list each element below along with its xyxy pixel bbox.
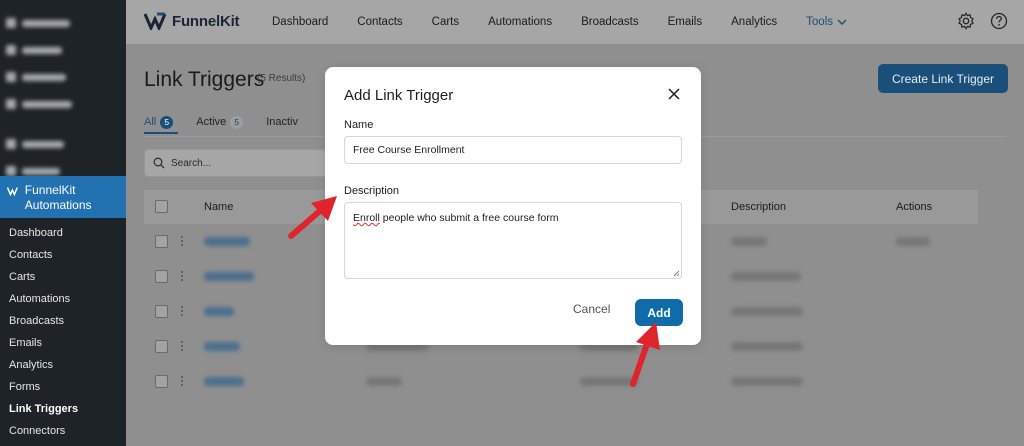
row-description: [731, 272, 801, 281]
search-input[interactable]: Search...: [144, 149, 334, 177]
tab-all[interactable]: All 5: [144, 112, 174, 132]
column-description: Description: [731, 201, 787, 213]
nav-tools-label: Tools: [806, 16, 834, 28]
row-name-link[interactable]: [204, 377, 244, 386]
funnelkit-logo-icon: [144, 12, 167, 30]
name-label: Name: [344, 119, 374, 131]
row-name-link[interactable]: [204, 237, 250, 246]
description-label: Description: [344, 185, 400, 197]
description-misspelled-word: Enroll: [353, 212, 380, 224]
tab-active-count: 5: [230, 115, 244, 129]
row-description: [731, 342, 803, 351]
page-title: Link Triggers: [144, 68, 265, 91]
column-actions: Actions: [896, 201, 933, 213]
wp-submenu: Dashboard Contacts Carts Automations Bro…: [0, 222, 126, 442]
table-row[interactable]: [144, 364, 978, 399]
wp-menu-funnelkit-automations[interactable]: FunnelKit Automations: [0, 176, 126, 218]
tab-inactive-label: Inactiv: [266, 116, 298, 128]
row-checkbox[interactable]: [155, 235, 168, 248]
tab-all-count: 5: [160, 115, 174, 129]
row-type: [366, 377, 402, 386]
nav-broadcasts[interactable]: Broadcasts: [581, 16, 639, 28]
wp-admin-sidebar: FunnelKit Automations Dashboard Contacts…: [0, 0, 126, 446]
row-name-link[interactable]: [204, 307, 234, 316]
drag-handle-icon[interactable]: [180, 235, 184, 247]
brand-name: FunnelKit: [172, 12, 240, 30]
nav-emails[interactable]: Emails: [668, 16, 703, 28]
row-checkbox[interactable]: [155, 305, 168, 318]
nav-tools[interactable]: Tools: [806, 16, 847, 28]
close-button[interactable]: [666, 86, 682, 102]
funnelkit-logo-icon: [7, 187, 18, 197]
sidebar-item-link-triggers[interactable]: Link Triggers: [0, 398, 126, 420]
wp-menu-item[interactable]: [6, 40, 120, 60]
tab-inactive[interactable]: Inactiv: [266, 112, 298, 132]
nav-carts[interactable]: Carts: [432, 16, 459, 28]
column-name: Name: [204, 201, 234, 213]
top-navigation: FunnelKit Dashboard Contacts Carts Autom…: [126, 0, 1024, 44]
wp-menu-item[interactable]: [6, 13, 120, 33]
row-description: [731, 377, 803, 386]
sidebar-item-analytics[interactable]: Analytics: [0, 354, 126, 376]
sidebar-item-automations[interactable]: Automations: [0, 288, 126, 310]
sidebar-item-carts[interactable]: Carts: [0, 266, 126, 288]
drag-handle-icon[interactable]: [180, 305, 184, 317]
active-tab-indicator: [144, 132, 178, 134]
annotation-arrow-icon: [288, 196, 337, 239]
row-checkbox[interactable]: [155, 340, 168, 353]
row-checkbox[interactable]: [155, 375, 168, 388]
sidebar-item-forms[interactable]: Forms: [0, 376, 126, 398]
brand[interactable]: FunnelKit: [144, 12, 240, 30]
wp-top-menu-blurred: [0, 0, 126, 176]
search-placeholder: Search...: [171, 157, 212, 169]
add-link-trigger-modal: Add Link Trigger Name Description Enroll…: [325, 67, 701, 345]
annotation-arrow-icon: [630, 322, 660, 387]
description-text: people who submit a free course form: [379, 212, 559, 224]
settings-icon[interactable]: [957, 12, 975, 30]
tab-all-label: All: [144, 116, 157, 128]
wp-menu-active-label: FunnelKit Automations: [24, 183, 92, 212]
sidebar-item-contacts[interactable]: Contacts: [0, 244, 126, 266]
row-actions[interactable]: [896, 237, 930, 246]
wp-menu-item[interactable]: [6, 67, 120, 87]
row-name-link[interactable]: [204, 342, 240, 351]
chevron-down-icon: [837, 19, 847, 25]
nav-dashboard[interactable]: Dashboard: [272, 16, 328, 28]
cancel-button[interactable]: Cancel: [573, 302, 610, 316]
create-link-trigger-button[interactable]: Create Link Trigger: [878, 64, 1008, 93]
tab-active[interactable]: Active 5: [196, 112, 244, 132]
row-description: [731, 307, 803, 316]
nav-items: Dashboard Contacts Carts Automations Bro…: [272, 0, 876, 44]
nav-automations[interactable]: Automations: [488, 16, 552, 28]
results-count: (5 Results): [257, 73, 306, 84]
sidebar-item-connectors[interactable]: Connectors: [0, 420, 126, 442]
sidebar-item-broadcasts[interactable]: Broadcasts: [0, 310, 126, 332]
name-field[interactable]: [344, 136, 682, 164]
drag-handle-icon[interactable]: [180, 270, 184, 282]
sidebar-item-emails[interactable]: Emails: [0, 332, 126, 354]
wp-menu-item[interactable]: [6, 94, 120, 114]
modal-title: Add Link Trigger: [344, 87, 454, 104]
row-description: [731, 237, 767, 246]
close-icon: [668, 88, 680, 100]
help-icon[interactable]: [990, 12, 1008, 30]
wp-menu-item[interactable]: [6, 134, 120, 154]
resize-handle-icon[interactable]: [673, 270, 680, 277]
sidebar-item-dashboard[interactable]: Dashboard: [0, 222, 126, 244]
search-icon: [153, 157, 165, 169]
drag-handle-icon[interactable]: [180, 375, 184, 387]
drag-handle-icon[interactable]: [180, 340, 184, 352]
row-name-link[interactable]: [204, 272, 254, 281]
row-checkbox[interactable]: [155, 270, 168, 283]
description-field[interactable]: Enroll people who submit a free course f…: [344, 202, 682, 279]
nav-contacts[interactable]: Contacts: [357, 16, 402, 28]
tab-active-label: Active: [196, 116, 227, 128]
nav-analytics[interactable]: Analytics: [731, 16, 777, 28]
select-all-checkbox[interactable]: [155, 200, 168, 213]
